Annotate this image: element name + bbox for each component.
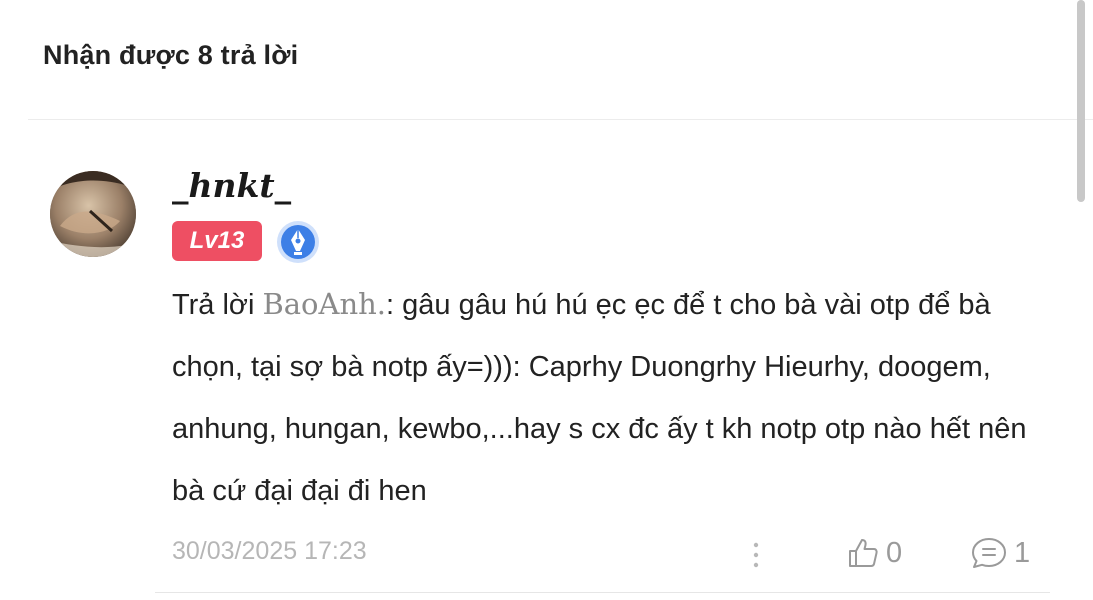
like-button[interactable]: 0 bbox=[846, 533, 902, 573]
like-count: 0 bbox=[886, 536, 903, 569]
username[interactable]: _hnkt_ bbox=[172, 166, 291, 205]
comment-icon bbox=[972, 538, 1006, 568]
avatar[interactable] bbox=[50, 171, 136, 257]
comment-button[interactable]: 1 bbox=[970, 533, 1030, 573]
replies-page: Nhận được 8 trả lời _hnkt_ Lv13 Trả lời … bbox=[0, 0, 1093, 600]
scrollbar-thumb[interactable] bbox=[1077, 0, 1085, 202]
comment-count: 1 bbox=[1014, 536, 1031, 569]
header-divider bbox=[28, 119, 1093, 120]
quoted-user-link[interactable]: BaoAnh. bbox=[262, 287, 386, 321]
reply-body: : gâu gâu hú hú ẹc ẹc để t cho bà vài ot… bbox=[172, 289, 1027, 507]
level-badge: Lv13 bbox=[172, 221, 262, 261]
thumbs-up-icon bbox=[849, 539, 878, 567]
reply-prefix: Trả lời bbox=[172, 289, 263, 321]
pen-badge-icon bbox=[276, 220, 320, 264]
avatar-image bbox=[50, 171, 136, 257]
reply-divider bbox=[155, 592, 1050, 593]
reply-text: Trả lời BaoAnh.: gâu gâu hú hú ẹc ẹc để … bbox=[172, 273, 1047, 522]
replies-count-title: Nhận được 8 trả lời bbox=[43, 40, 299, 70]
more-vertical-icon[interactable] bbox=[748, 539, 764, 571]
timestamp: 30/03/2025 17:23 bbox=[172, 537, 367, 565]
